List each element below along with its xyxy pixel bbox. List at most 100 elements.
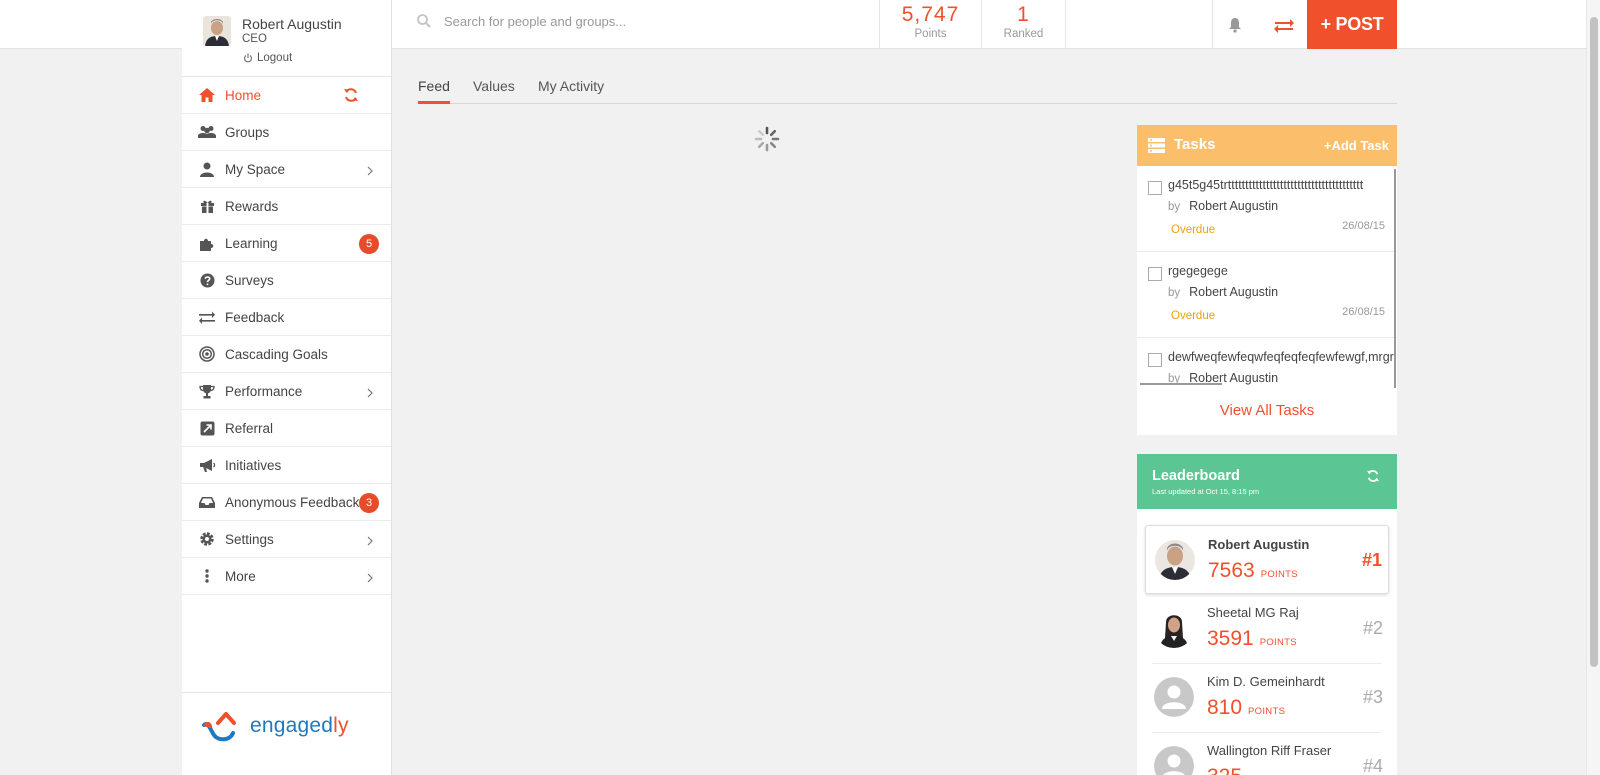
task-list-vertical-scrollbar[interactable]	[1394, 169, 1396, 388]
leaderboard-rank: #3	[1362, 687, 1383, 707]
tasks-header: Tasks +Add Task	[1137, 125, 1397, 166]
task-checkbox[interactable]	[1148, 353, 1162, 367]
avatar[interactable]	[203, 16, 231, 46]
sidebar-item-home[interactable]: Home	[182, 77, 391, 114]
avatar[interactable]	[1154, 746, 1194, 775]
sidebar-item-cascading-goals[interactable]: Cascading Goals	[182, 336, 391, 373]
logout-link[interactable]: Logout	[243, 52, 292, 64]
user-icon	[197, 159, 217, 179]
task-by-label: by	[1168, 201, 1181, 213]
sidebar-item-surveys[interactable]: Surveys	[182, 262, 391, 299]
notifications-button[interactable]	[1212, 0, 1256, 49]
leaderboard-points-value: 325	[1207, 765, 1242, 775]
sidebar-item-label: Learning	[225, 235, 278, 251]
sidebar-item-groups[interactable]: Groups	[182, 114, 391, 151]
task-title[interactable]: g45t5g45trtttttttttttttttttttttttttttttt…	[1168, 178, 1394, 192]
task-date: 26/08/15	[1342, 306, 1385, 318]
loading-spinner-icon	[754, 126, 780, 157]
sidebar-item-performance[interactable]: Performance	[182, 373, 391, 410]
exchange-icon	[197, 307, 217, 327]
task-title[interactable]: rgegegege	[1168, 264, 1394, 278]
leaderboard-rank: #2	[1362, 618, 1383, 638]
sidebar-item-rewards[interactable]: Rewards	[182, 188, 391, 225]
sidebar-nav: Home Groups My Space Rewards Learning 5 …	[182, 77, 391, 595]
leaderboard-name: Robert Augustin	[1208, 537, 1310, 552]
leaderboard-row[interactable]: Kim D. Gemeinhardt 810 POINTS #3	[1145, 663, 1389, 732]
sidebar-item-label: Rewards	[225, 198, 279, 214]
points-unit: POINTS	[1248, 706, 1286, 717]
task-checkbox[interactable]	[1148, 267, 1162, 281]
logo-accent: ly	[333, 714, 349, 737]
sidebar-item-more[interactable]: More	[182, 558, 391, 595]
chevron-right-icon	[367, 163, 373, 181]
task-by-label: by	[1168, 287, 1181, 299]
rank-stat: 1 Ranked	[981, 0, 1065, 49]
sidebar-item-anonymous-feedback[interactable]: Anonymous Feedback 3	[182, 484, 391, 521]
task-list-horizontal-scrollbar[interactable]	[1140, 383, 1222, 385]
sidebar-item-label: Anonymous Feedback	[225, 494, 360, 510]
page-scrollbar-thumb[interactable]	[1590, 17, 1598, 667]
sidebar-item-learning[interactable]: Learning 5	[182, 225, 391, 262]
leaderboard-title: Leaderboard	[1152, 468, 1240, 484]
points-unit: POINTS	[1260, 569, 1298, 580]
refresh-icon[interactable]	[1366, 469, 1380, 488]
question-icon	[197, 270, 217, 290]
profile-name[interactable]: Robert Augustin	[242, 16, 342, 32]
bell-icon	[1228, 17, 1241, 33]
chevron-right-icon	[367, 570, 373, 588]
sidebar-footer: engagedly	[182, 692, 391, 775]
logo-mark-icon	[202, 712, 236, 742]
task-item: rgegegege by Robert Augustin Overdue 26/0…	[1137, 252, 1397, 338]
notification-badge: 5	[359, 234, 379, 254]
leaderboard-name: Kim D. Gemeinhardt	[1207, 674, 1325, 689]
task-assignee-name: Robert Augustin	[1189, 285, 1279, 299]
leaderboard-row[interactable]: Sheetal MG Raj 3591 POINTS #2	[1145, 594, 1389, 663]
task-checkbox[interactable]	[1148, 181, 1162, 195]
more-vertical-icon	[197, 566, 217, 586]
post-button[interactable]: + POST	[1307, 0, 1397, 49]
search-bar[interactable]: Search for people and groups...	[416, 13, 626, 29]
task-list[interactable]: g45t5g45trtttttttttttttttttttttttttttttt…	[1137, 166, 1397, 388]
task-date: 26/08/15	[1342, 220, 1385, 232]
sidebar: Robert Augustin CEO Logout Home Groups M…	[182, 0, 392, 775]
leaderboard-row[interactable]: Wallington Riff Fraser 325POINTS #4	[1145, 732, 1389, 775]
puzzle-icon	[197, 233, 217, 253]
megaphone-icon	[197, 455, 217, 475]
home-icon	[197, 85, 217, 105]
sidebar-item-settings[interactable]: Settings	[182, 521, 391, 558]
page-scrollbar[interactable]	[1586, 0, 1600, 775]
groups-icon	[197, 122, 217, 142]
profile-card: Robert Augustin CEO Logout	[182, 0, 391, 77]
tab-my-activity[interactable]: My Activity	[538, 78, 604, 101]
tasks-title: Tasks	[1174, 136, 1216, 153]
gift-icon	[197, 196, 217, 216]
task-assignee: by Robert Augustin	[1168, 199, 1278, 213]
task-assignee-name: Robert Augustin	[1189, 199, 1279, 213]
sidebar-item-initiatives[interactable]: Initiatives	[182, 447, 391, 484]
avatar[interactable]	[1154, 677, 1194, 717]
add-task-button[interactable]: +Add Task	[1324, 138, 1389, 153]
sidebar-item-my-space[interactable]: My Space	[182, 151, 391, 188]
refresh-icon[interactable]	[343, 87, 359, 108]
search-icon	[417, 14, 431, 28]
rank-value: 1	[1017, 3, 1030, 26]
sidebar-item-feedback[interactable]: Feedback	[182, 299, 391, 336]
task-title[interactable]: dewfweqfewfeqwfeqfeqfeqfewfewgf,mrgrfreg	[1168, 350, 1394, 364]
notification-badge: 3	[359, 493, 379, 513]
logo-text: engagedly	[250, 714, 349, 738]
sidebar-item-label: Surveys	[225, 272, 274, 288]
leaderboard-header: Leaderboard Last updated at Oct 15, 8:15…	[1137, 454, 1397, 509]
search-input[interactable]: Search for people and groups...	[444, 14, 626, 29]
leaderboard-widget: Leaderboard Last updated at Oct 15, 8:15…	[1137, 454, 1397, 775]
avatar[interactable]	[1155, 540, 1195, 580]
view-all-tasks-link[interactable]: View All Tasks	[1137, 388, 1397, 433]
tab-values[interactable]: Values	[473, 78, 515, 101]
switch-button[interactable]	[1262, 0, 1306, 49]
sidebar-item-referral[interactable]: Referral	[182, 410, 391, 447]
leaderboard-row[interactable]: Robert Augustin 7563 POINTS #1	[1145, 525, 1389, 594]
avatar[interactable]	[1154, 608, 1194, 648]
tab-feed[interactable]: Feed	[418, 78, 450, 104]
leaderboard-points: 3591 POINTS	[1207, 627, 1297, 651]
logo[interactable]: engagedly	[202, 709, 349, 743]
sidebar-item-label: Groups	[225, 124, 270, 140]
